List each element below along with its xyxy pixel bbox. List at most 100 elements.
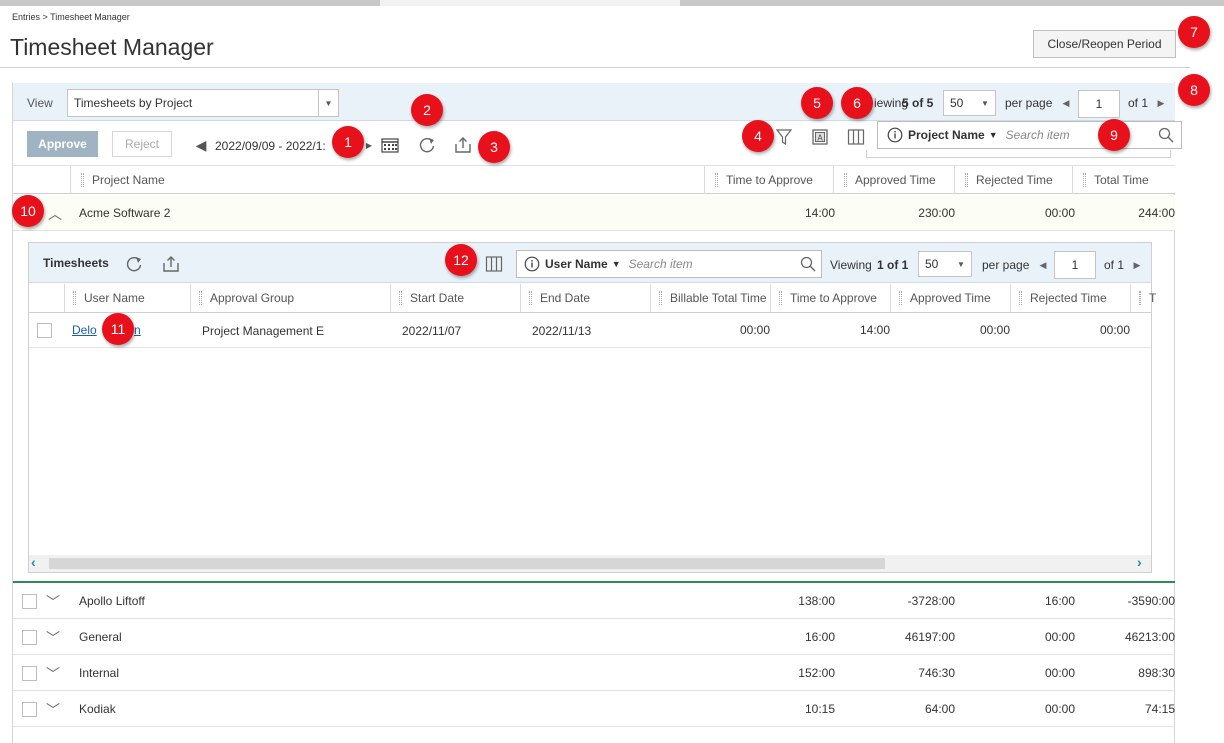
view-select[interactable]: Timesheets by Project ▼ bbox=[67, 89, 339, 117]
project-row[interactable]: ﹀ General 16:00 46197:00 00:00 46213:00 bbox=[13, 619, 1175, 655]
column-header-start-date[interactable]: Start Date bbox=[390, 284, 520, 312]
refresh-icon[interactable] bbox=[123, 253, 145, 275]
project-row-expanded[interactable]: ︿ Acme Software 2 14:00 230:00 00:00 244… bbox=[13, 195, 1175, 231]
billable-total-time: 00:00 bbox=[739, 323, 770, 337]
column-header-approved-time[interactable]: Approved Time bbox=[890, 284, 1010, 312]
subgrid-title: Timesheets bbox=[43, 256, 109, 270]
column-header-rejected-time[interactable]: Rejected Time bbox=[954, 166, 1072, 194]
export-icon[interactable] bbox=[452, 134, 474, 156]
approved-time: -3728:00 bbox=[907, 594, 955, 608]
search-input[interactable]: Search item bbox=[1006, 128, 1070, 142]
reject-button[interactable]: Reject bbox=[112, 131, 172, 157]
total-time: 74:15 bbox=[1144, 702, 1175, 716]
viewing-label: Viewing bbox=[830, 258, 872, 272]
refresh-icon[interactable] bbox=[416, 134, 438, 156]
column-header-approved-time[interactable]: Approved Time bbox=[833, 166, 954, 194]
column-header-project-name[interactable]: Project Name bbox=[70, 166, 704, 194]
scroll-right-icon[interactable]: › bbox=[1137, 554, 1142, 570]
column-header-total-time[interactable]: T bbox=[1130, 284, 1156, 312]
user-name-link-tail[interactable]: n bbox=[134, 323, 141, 337]
time-to-approve: 10:15 bbox=[804, 702, 835, 716]
chevron-down-icon[interactable]: ﹀ bbox=[46, 664, 60, 684]
chevron-down-icon[interactable]: ﹀ bbox=[46, 628, 60, 648]
column-header-end-date[interactable]: End Date bbox=[520, 284, 650, 312]
horizontal-scrollbar[interactable]: ‹ › bbox=[29, 554, 1151, 572]
row-checkbox[interactable] bbox=[37, 323, 52, 338]
callout-marker: 3 bbox=[478, 131, 510, 163]
project-name: General bbox=[79, 630, 122, 644]
chevron-down-icon[interactable]: ▼ bbox=[612, 259, 621, 269]
column-header-time-to-approve[interactable]: Time to Approve bbox=[704, 166, 833, 194]
chevron-down-icon[interactable]: ﹀ bbox=[46, 592, 60, 612]
column-header-total-time[interactable]: Total Time bbox=[1072, 166, 1175, 194]
project-row[interactable]: ﹀ Internal 152:00 746:30 00:00 898:30 bbox=[13, 655, 1175, 691]
scrollbar-thumb[interactable] bbox=[49, 558, 885, 569]
project-name: Kodiak bbox=[79, 702, 116, 716]
viewing-count: 1 of 1 bbox=[877, 258, 909, 272]
per-page-label: per page bbox=[1005, 96, 1053, 110]
info-icon bbox=[884, 124, 906, 146]
total-time: 46213:00 bbox=[1124, 630, 1175, 644]
column-header-billable-total-time[interactable]: Billable Total Time bbox=[650, 284, 770, 312]
next-period-icon[interactable]: ▶ bbox=[364, 140, 374, 150]
breadcrumb[interactable]: Entries > Timesheet Manager bbox=[12, 12, 130, 22]
svg-text:A: A bbox=[817, 134, 823, 143]
search-input[interactable]: Search item bbox=[629, 257, 693, 271]
column-header-rejected-time[interactable]: Rejected Time bbox=[1010, 284, 1130, 312]
search-icon[interactable] bbox=[799, 255, 817, 273]
approved-time: 230:00 bbox=[918, 206, 955, 220]
start-date: 2022/11/07 bbox=[402, 324, 462, 338]
close-reopen-period-button[interactable]: Close/Reopen Period bbox=[1033, 30, 1176, 58]
viewing-count: 5 of 5 bbox=[902, 96, 934, 110]
prev-page-icon[interactable]: ◀ bbox=[1061, 96, 1071, 110]
chevron-down-icon[interactable]: ▼ bbox=[975, 91, 995, 115]
columns-icon[interactable] bbox=[845, 126, 867, 148]
approve-button[interactable]: Approve bbox=[27, 131, 98, 157]
next-page-icon[interactable]: ▶ bbox=[1132, 258, 1142, 272]
column-header-approval-group[interactable]: Approval Group bbox=[190, 284, 390, 312]
approved-time: 00:00 bbox=[979, 323, 1010, 337]
user-search[interactable]: User Name ▼ Search item bbox=[516, 250, 822, 278]
text-format-icon[interactable]: A bbox=[809, 126, 831, 148]
row-checkbox[interactable] bbox=[22, 630, 37, 645]
project-row[interactable]: ﹀ Kodiak 10:15 64:00 00:00 74:15 bbox=[13, 691, 1175, 727]
search-icon[interactable] bbox=[1157, 126, 1175, 144]
callout-marker: 1 bbox=[332, 126, 364, 158]
callout-marker: 4 bbox=[742, 120, 774, 152]
filter-icon[interactable] bbox=[773, 126, 795, 148]
total-time: -3590:00 bbox=[1127, 594, 1175, 608]
callout-marker: 9 bbox=[1098, 119, 1130, 151]
previous-period-icon[interactable]: ◀ bbox=[194, 137, 208, 153]
row-checkbox[interactable] bbox=[22, 666, 37, 681]
page-input[interactable]: 1 bbox=[1078, 90, 1120, 118]
chevron-up-icon[interactable]: ︿ bbox=[48, 204, 62, 224]
search-field-label[interactable]: User Name bbox=[545, 257, 608, 271]
project-row[interactable]: ﹀ Apollo Liftoff 138:00 -3728:00 16:00 -… bbox=[13, 583, 1175, 619]
total-time: 898:30 bbox=[1138, 666, 1175, 680]
chevron-down-icon[interactable]: ▼ bbox=[989, 130, 998, 140]
page-input[interactable]: 1 bbox=[1054, 251, 1096, 279]
approval-group: Project Management E bbox=[202, 324, 325, 338]
row-checkbox[interactable] bbox=[22, 702, 37, 717]
prev-page-icon[interactable]: ◀ bbox=[1038, 258, 1048, 272]
chevron-down-icon[interactable]: ▼ bbox=[318, 90, 338, 116]
per-page-select[interactable]: 50 ▼ bbox=[943, 90, 996, 116]
column-header-user-name[interactable]: User Name bbox=[64, 284, 190, 312]
column-header-time-to-approve[interactable]: Time to Approve bbox=[770, 284, 890, 312]
columns-icon[interactable] bbox=[483, 253, 505, 275]
row-checkbox[interactable] bbox=[22, 594, 37, 609]
scroll-left-icon[interactable]: ‹ bbox=[31, 554, 36, 570]
project-search[interactable]: Project Name ▼ Search item bbox=[877, 121, 1182, 149]
date-range: 2022/09/09 - 2022/1: bbox=[215, 139, 326, 153]
chevron-down-icon[interactable]: ▼ bbox=[951, 252, 971, 276]
user-name-link[interactable]: Delo bbox=[72, 323, 97, 337]
project-name: Acme Software 2 bbox=[79, 206, 171, 220]
chevron-down-icon[interactable]: ﹀ bbox=[46, 700, 60, 720]
next-page-icon[interactable]: ▶ bbox=[1156, 96, 1166, 110]
calendar-icon[interactable] bbox=[380, 135, 400, 155]
export-icon[interactable] bbox=[160, 253, 182, 275]
approved-time: 746:30 bbox=[918, 666, 955, 680]
search-field-label[interactable]: Project Name bbox=[908, 128, 985, 142]
end-date: 2022/11/13 bbox=[532, 324, 592, 338]
per-page-select[interactable]: 50 ▼ bbox=[918, 251, 972, 277]
